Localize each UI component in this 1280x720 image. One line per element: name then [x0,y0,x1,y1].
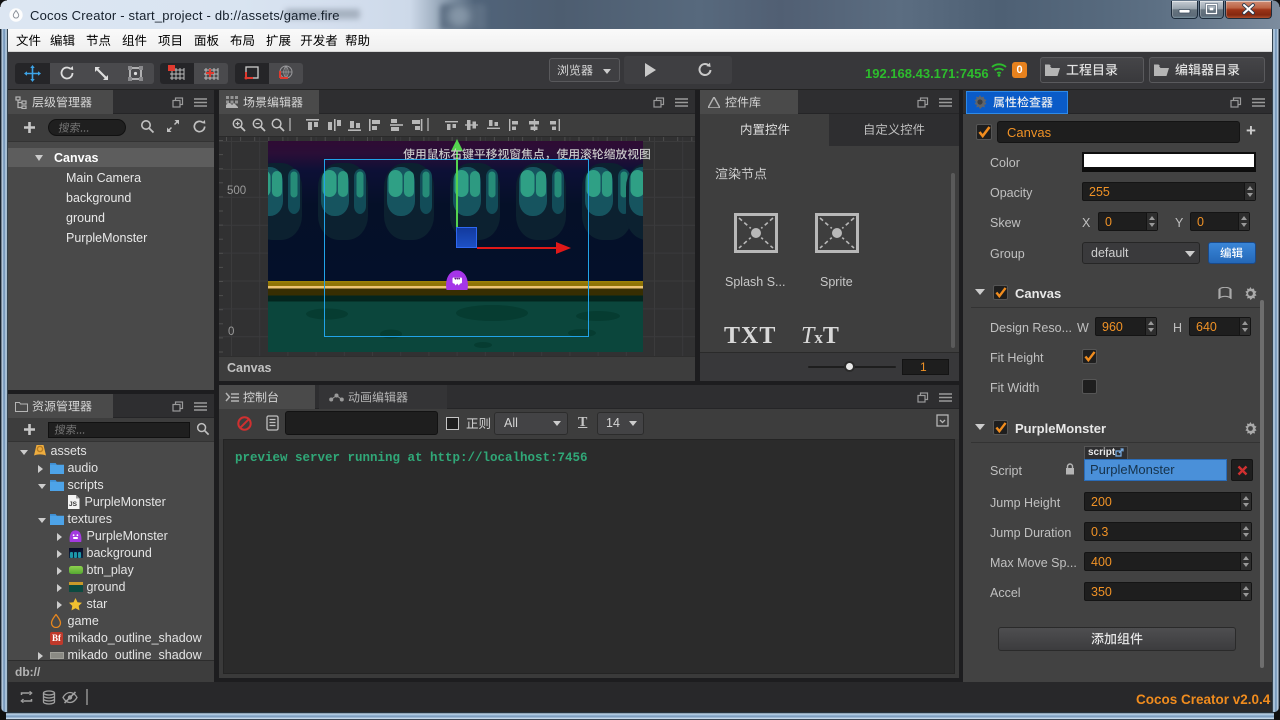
svg-text:JS: JS [69,501,78,508]
